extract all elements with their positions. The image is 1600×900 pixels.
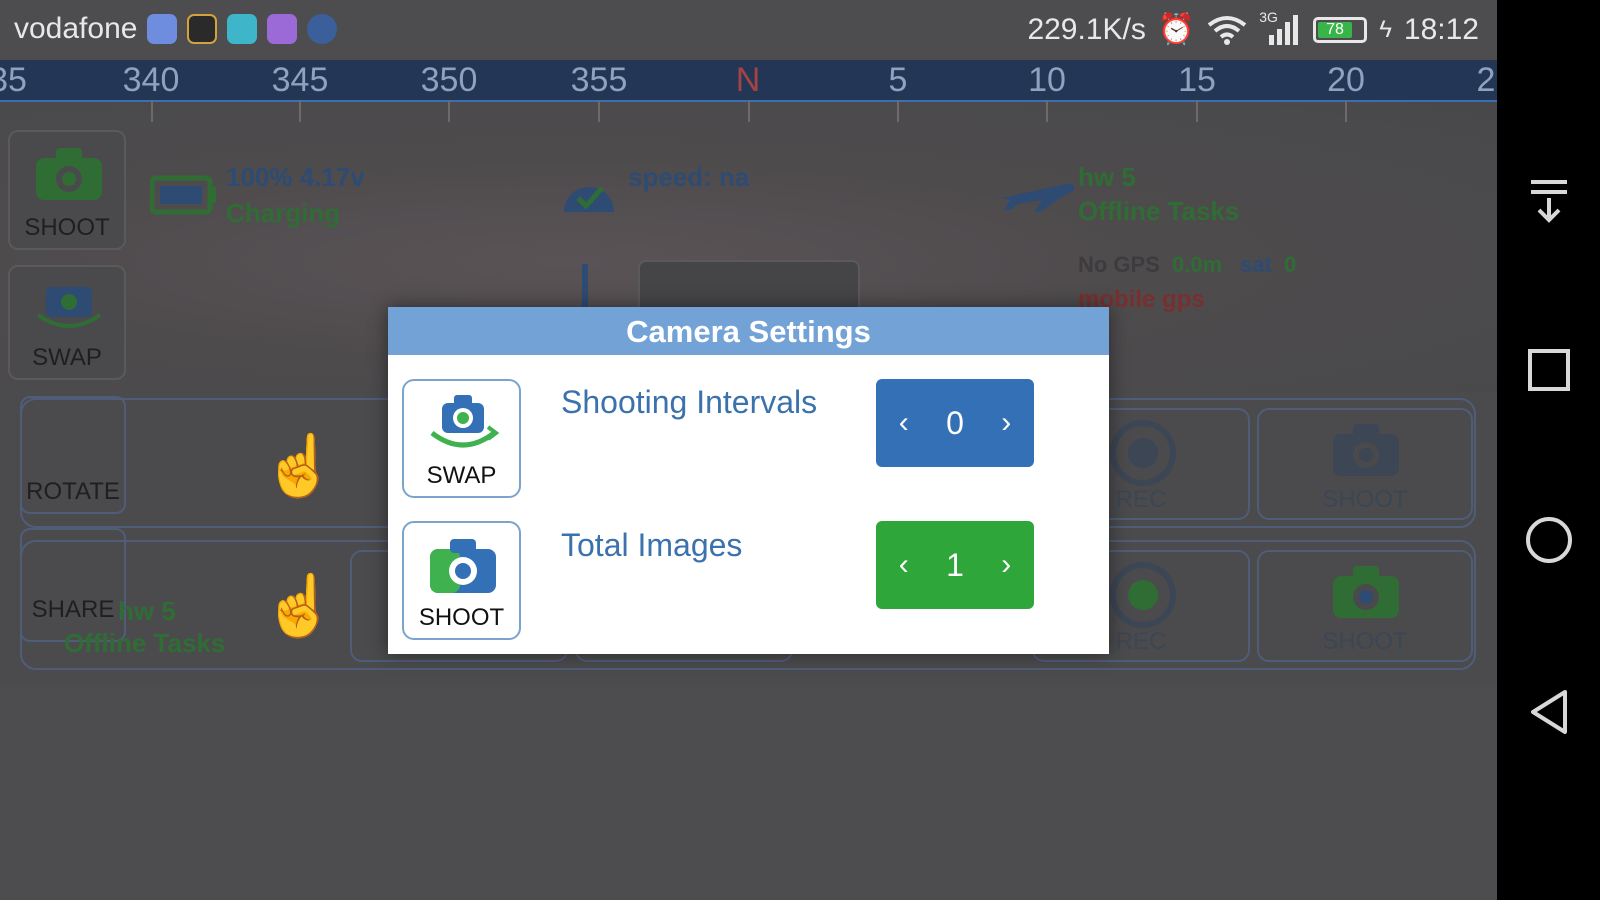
- offline-tasks-text: Offline Tasks: [1078, 196, 1240, 226]
- shooting-intervals-label: Shooting Intervals: [561, 384, 818, 420]
- compass-tick: [897, 100, 899, 122]
- wifi-icon: [1207, 15, 1247, 45]
- rotate-button[interactable]: ROTATE: [20, 396, 126, 514]
- shooting-intervals-stepper[interactable]: ‹ 0 ›: [876, 379, 1034, 467]
- status-bar-left: vodafone: [14, 12, 338, 46]
- compass-label: 340: [122, 61, 180, 99]
- compass-tick: [1196, 100, 1198, 122]
- camera-settings-dialog: Camera Settings SWAP Shooting Intervals …: [388, 307, 1109, 654]
- notification-pulldown-icon[interactable]: [1527, 178, 1571, 224]
- notification-app-icon: [307, 14, 338, 44]
- speed-status-text: speed: na: [628, 162, 750, 192]
- home-icon[interactable]: [1525, 516, 1573, 564]
- battery-level: 78: [1318, 21, 1352, 38]
- record-icon: [1110, 420, 1176, 486]
- compass-label: 20: [1327, 61, 1365, 99]
- camera-swap-icon: [430, 395, 500, 448]
- compass-north-label: N: [735, 61, 761, 99]
- share-label: SHARE: [31, 596, 115, 623]
- swap-camera-label: SWAP: [426, 462, 497, 489]
- compass-label: 10: [1028, 61, 1066, 99]
- notification-app-icon: [227, 14, 258, 44]
- compass-tick: [748, 100, 750, 122]
- antenna-icon: [582, 264, 588, 308]
- compass-label: 35: [0, 61, 27, 99]
- hand-pointer-icon: ☝: [262, 432, 337, 499]
- compass-tick: [1046, 100, 1048, 122]
- clock: 18:12: [1403, 12, 1479, 46]
- compass-tick: [151, 100, 153, 122]
- compass-label: 5: [888, 61, 908, 99]
- compass-label: 345: [271, 61, 329, 99]
- hw-status-text: hw 5: [1078, 162, 1136, 192]
- satellite-count: 0: [1284, 252, 1297, 277]
- record-icon: [1110, 562, 1176, 628]
- dialog-title: Camera Settings: [388, 307, 1109, 355]
- shoot-camera-label: SHOOT: [418, 604, 505, 631]
- compass-label: 15: [1178, 61, 1216, 99]
- network-speed: 229.1K/s: [1027, 12, 1146, 46]
- status-bar: vodafone 229.1K/s ⏰ 3G 78 ϟ 18:12: [0, 0, 1497, 60]
- decrement-button[interactable]: ‹: [891, 406, 917, 440]
- compass-label: 2: [1476, 61, 1496, 99]
- lower-area: [0, 685, 1497, 900]
- compass-ruler: 35 340 345 350 355 N 5 10 15 20 2: [0, 60, 1497, 102]
- charging-bolt-icon: ϟ: [1379, 15, 1392, 43]
- offline-tasks-text: Offline Tasks: [64, 628, 226, 658]
- rotate-label: ROTATE: [26, 478, 120, 505]
- shoot-label: SHOOT: [1322, 628, 1408, 655]
- decrement-button[interactable]: ‹: [891, 548, 917, 582]
- satellite-label: sat: [1240, 252, 1272, 277]
- camera-icon: [430, 539, 496, 593]
- recents-icon[interactable]: [1527, 348, 1571, 392]
- total-images-value: 1: [946, 546, 964, 583]
- gps-status-text: No GPS: [1078, 252, 1160, 277]
- compass-tick: [448, 100, 450, 122]
- notification-app-icon: [187, 14, 218, 44]
- speedometer-icon: [564, 186, 614, 212]
- shoot-side-label: SHOOT: [24, 214, 110, 241]
- hw-status-text: hw 5: [118, 596, 176, 626]
- share-button[interactable]: SHARE: [20, 528, 126, 642]
- swap-side-button[interactable]: SWAP: [8, 265, 126, 380]
- status-bar-right: 229.1K/s ⏰ 3G 78 ϟ 18:12: [1027, 9, 1479, 47]
- total-images-label: Total Images: [561, 527, 743, 563]
- charging-status-text: Charging: [226, 198, 341, 228]
- shoot-button[interactable]: SHOOT: [1257, 408, 1473, 520]
- notification-app-icon: [147, 14, 178, 44]
- shooting-intervals-value: 0: [946, 404, 964, 441]
- notification-app-icon: [267, 14, 298, 44]
- hand-pointer-icon: ☝: [262, 572, 337, 639]
- navigation-bar: [1497, 0, 1600, 900]
- battery-status-text: 100% 4.17v: [226, 162, 365, 192]
- increment-button[interactable]: ›: [993, 548, 1019, 582]
- battery-status-icon: [150, 175, 216, 215]
- compass-label: 350: [420, 61, 478, 99]
- plane-icon: [1002, 183, 1075, 212]
- shoot-button[interactable]: SHOOT: [1257, 550, 1473, 662]
- swap-camera-button[interactable]: SWAP: [402, 379, 521, 498]
- compass-label: 355: [570, 61, 628, 99]
- app-screen: vodafone 229.1K/s ⏰ 3G 78 ϟ 18:12 5 340 …: [0, 0, 1497, 900]
- alarm-icon: ⏰: [1157, 13, 1196, 46]
- signal-icon: 3G: [1259, 9, 1301, 45]
- total-images-stepper[interactable]: ‹ 1 ›: [876, 521, 1034, 609]
- battery-icon: 78: [1313, 16, 1368, 43]
- compass-tick: [598, 100, 600, 122]
- increment-button[interactable]: ›: [993, 406, 1019, 440]
- compass-tick: [1345, 100, 1347, 122]
- shoot-label: SHOOT: [1322, 486, 1408, 513]
- shoot-side-button[interactable]: SHOOT: [8, 130, 126, 250]
- carrier-name: vodafone: [14, 12, 138, 45]
- compass-tick: [299, 100, 301, 122]
- back-icon[interactable]: [1527, 688, 1571, 736]
- shoot-camera-button[interactable]: SHOOT: [402, 521, 521, 640]
- camera-swap-icon: [36, 287, 102, 328]
- swap-side-label: SWAP: [32, 344, 102, 371]
- camera-icon: [36, 148, 102, 200]
- gps-distance-text: 0.0m: [1172, 252, 1223, 277]
- camera-icon: [1333, 566, 1399, 618]
- camera-icon: [1333, 424, 1399, 476]
